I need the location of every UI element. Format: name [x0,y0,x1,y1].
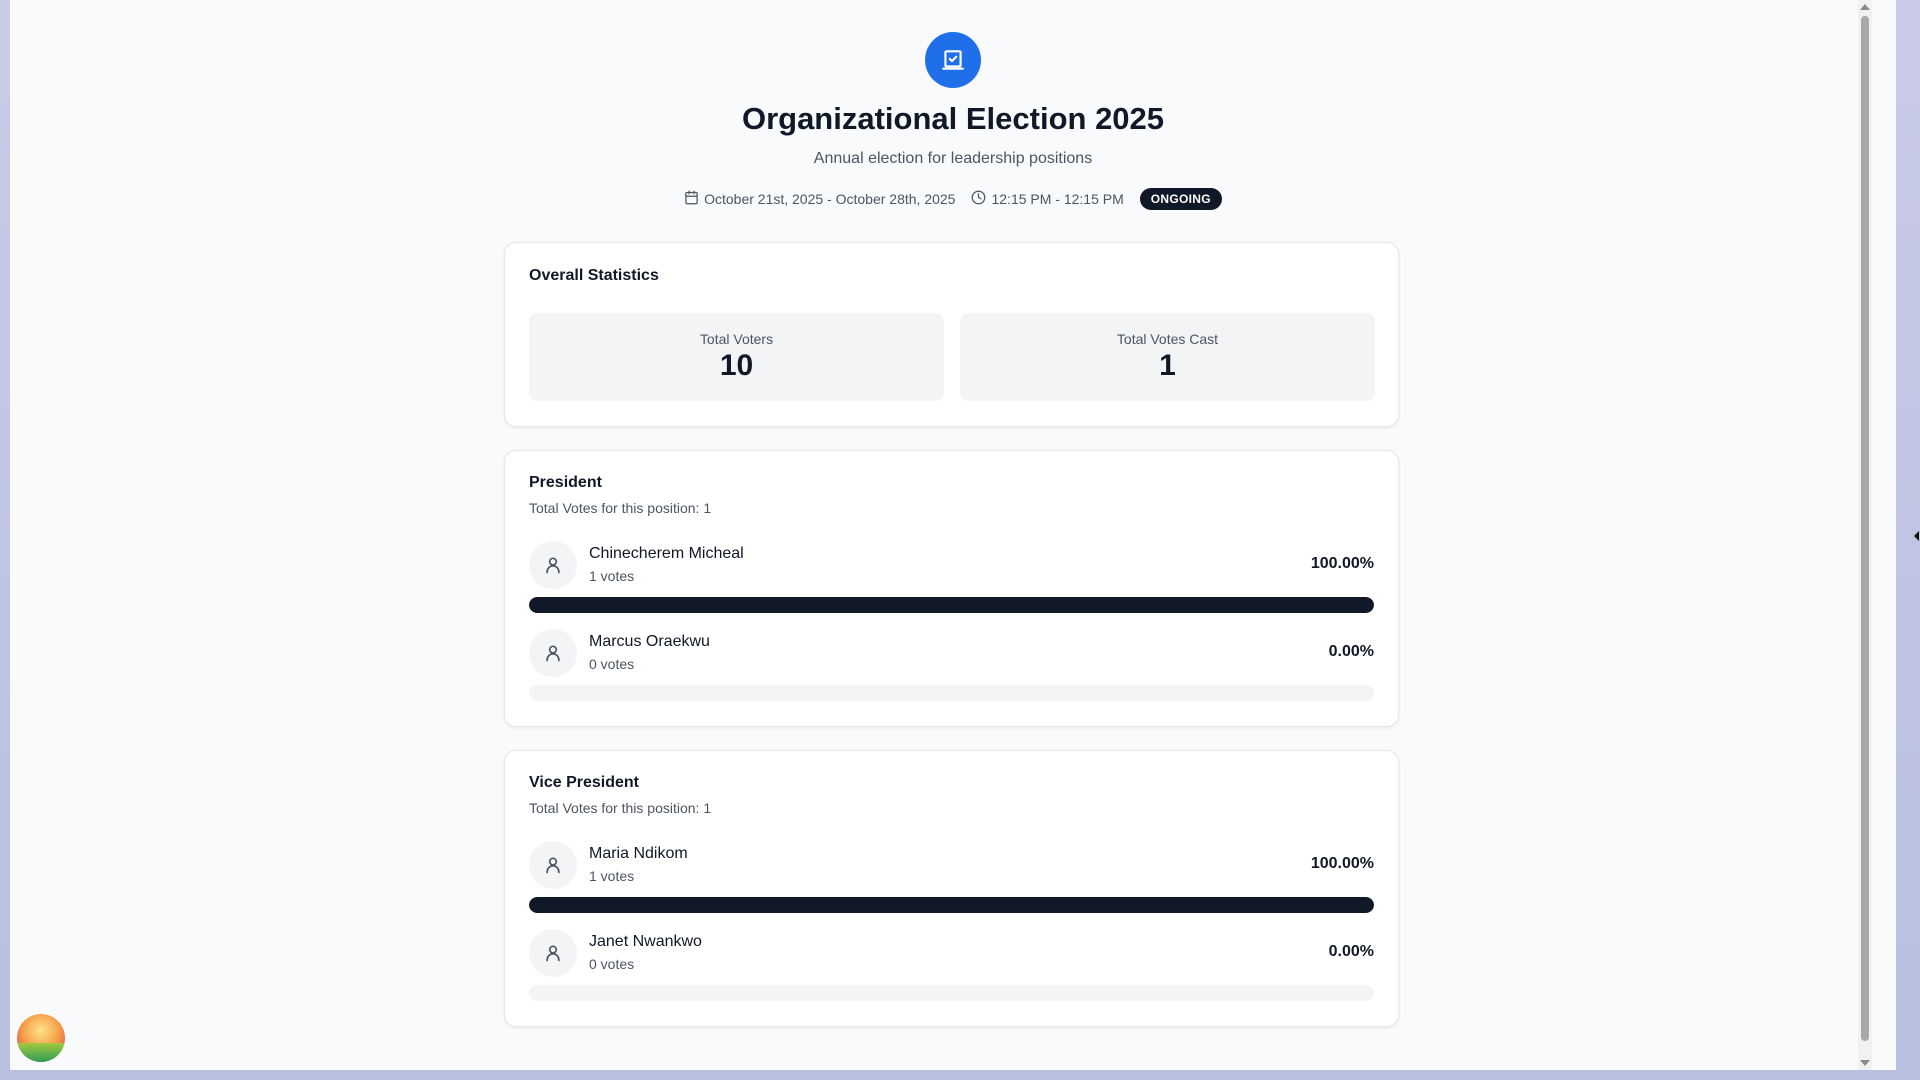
clock-icon [971,190,986,208]
candidate-name: Maria Ndikom [589,845,688,862]
position-title: President [529,474,602,491]
candidate-percentage: 100.00% [1310,855,1374,872]
overall-statistics-title: Overall Statistics [529,267,659,284]
total-voters-label: Total Voters [699,331,774,347]
position-card-vice-president: Vice President Total Votes for this posi… [504,750,1399,1027]
candidate-percentage: 0.00% [1328,943,1374,960]
scroll-up-arrow-icon[interactable] [1860,4,1870,10]
position-title: Vice President [529,774,639,791]
vote-progress-bar [529,685,1374,701]
scrollbar-thumb[interactable] [1861,16,1869,1041]
user-avatar[interactable] [17,1014,65,1062]
candidate-name: Marcus Oraekwu [589,633,710,650]
collapse-panel-arrow-icon[interactable] [1914,531,1919,541]
candidate-votes: 0 votes [589,656,635,672]
app-frame: Organizational Election 2025 Annual elec… [10,0,1896,1070]
position-card-president: President Total Votes for this position:… [504,450,1399,727]
candidate-votes: 0 votes [589,956,635,972]
position-total-votes: Total Votes for this position: 1 [529,800,712,816]
vote-progress-bar [529,985,1374,1001]
vertical-scrollbar[interactable] [1858,0,1872,1070]
time-range-text: 12:15 PM - 12:15 PM [991,191,1124,207]
overall-statistics-card: Overall Statistics Total Voters 10 Total… [504,242,1399,427]
ballot-box-icon [925,32,981,88]
candidate-row: Marcus Oraekwu 0 votes 0.00% [529,629,1374,709]
page-title: Organizational Election 2025 [741,101,1165,136]
total-voters-value: 10 [719,349,754,382]
vote-progress-fill [529,897,1374,913]
time-range: 12:15 PM - 12:15 PM [971,190,1124,208]
user-icon [529,541,577,589]
date-range: October 21st, 2025 - October 28th, 2025 [684,190,955,208]
scroll-down-arrow-icon[interactable] [1860,1060,1870,1066]
vote-progress-bar [529,597,1374,613]
total-voters-stat: Total Voters 10 [529,313,944,401]
candidate-votes: 1 votes [589,868,635,884]
candidate-votes: 1 votes [589,568,635,584]
candidate-name: Janet Nwankwo [589,933,702,950]
position-total-votes: Total Votes for this position: 1 [529,500,712,516]
user-icon [529,929,577,977]
total-votes-value: 1 [1159,349,1176,382]
candidate-name: Chinecherem Micheal [589,545,744,562]
candidate-row: Maria Ndikom 1 votes 100.00% [529,841,1374,921]
user-icon [529,841,577,889]
total-votes-stat: Total Votes Cast 1 [960,313,1375,401]
date-range-text: October 21st, 2025 - October 28th, 2025 [704,191,956,207]
total-votes-label: Total Votes Cast [1116,331,1219,347]
candidate-row: Chinecherem Micheal 1 votes 100.00% [529,541,1374,621]
candidate-percentage: 0.00% [1328,643,1374,660]
page-subtitle: Annual election for leadership positions [813,150,1093,167]
candidate-row: Janet Nwankwo 0 votes 0.00% [529,929,1374,1009]
vote-progress-bar [529,897,1374,913]
election-meta: October 21st, 2025 - October 28th, 2025 … [10,188,1896,210]
user-icon [529,629,577,677]
status-badge: ONGOING [1139,188,1222,210]
vote-progress-fill [529,597,1374,613]
calendar-icon [684,190,699,208]
candidate-percentage: 100.00% [1310,555,1374,572]
avatar-landscape [17,1042,65,1062]
